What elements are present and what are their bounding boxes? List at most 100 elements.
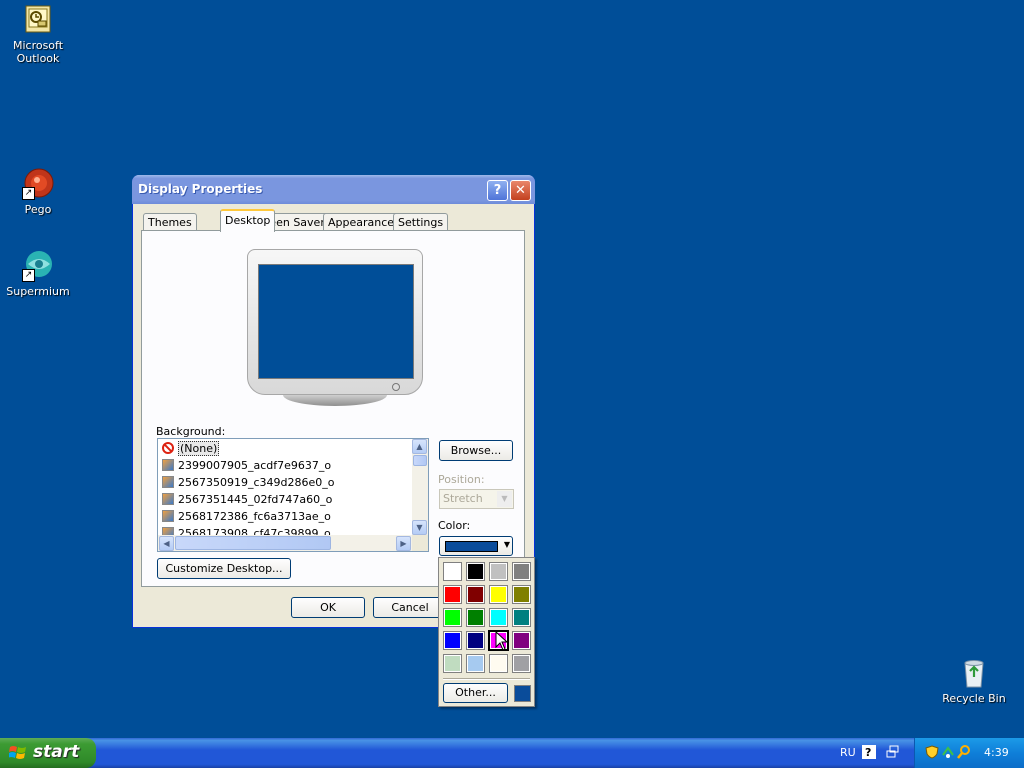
window-title: Display Properties: [138, 182, 263, 196]
desktop-icon-supermium[interactable]: ↗ Supermium: [0, 250, 76, 298]
list-item-label: 2399007905_acdf7e9637_o: [178, 459, 332, 472]
horizontal-scroll-thumb[interactable]: [175, 536, 331, 550]
current-color-swatch: [445, 541, 498, 552]
scroll-left-icon[interactable]: ◀: [159, 536, 174, 551]
shortcut-arrow-icon: ↗: [22, 187, 35, 200]
desktop-icon-label: Pego: [24, 203, 52, 216]
network-icon[interactable]: [941, 745, 955, 759]
supermium-icon: ↗: [22, 250, 54, 282]
scroll-right-icon[interactable]: ▶: [396, 536, 411, 551]
position-dropdown[interactable]: Stretch ▼: [439, 489, 514, 509]
image-file-icon: [162, 459, 174, 471]
vertical-scrollbar[interactable]: ▲ ▼: [412, 439, 428, 535]
clock: 4:39: [984, 746, 1009, 759]
color-swatch-cell[interactable]: [512, 585, 531, 604]
background-label: Background:: [156, 425, 226, 438]
color-swatch-cell[interactable]: [489, 608, 508, 627]
list-item[interactable]: 2567351445_02fd747a60_o: [162, 492, 332, 508]
scrollbar-corner: [412, 535, 428, 551]
browse-button[interactable]: Browse...: [439, 440, 513, 461]
chevron-down-icon: ▼: [497, 491, 512, 507]
desktop-icon-pego[interactable]: ↗ Pego: [0, 168, 76, 216]
tab-themes[interactable]: Themes: [143, 213, 197, 230]
help-tray-icon[interactable]: ?: [862, 745, 876, 759]
color-swatch-cell[interactable]: [466, 631, 485, 650]
position-value: Stretch: [443, 492, 483, 505]
list-item[interactable]: (None): [162, 441, 220, 457]
cancel-button[interactable]: Cancel: [373, 597, 447, 618]
list-item-label: 2567350919_c349d286e0_o: [178, 476, 335, 489]
scroll-up-icon[interactable]: ▲: [412, 439, 427, 454]
list-item-label: 2567351445_02fd747a60_o: [178, 493, 333, 506]
color-swatch-cell[interactable]: [443, 585, 462, 604]
color-palette-popup: Other...: [438, 557, 535, 707]
pego-icon: ↗: [22, 168, 54, 200]
no-image-icon: [162, 442, 174, 454]
security-shield-icon[interactable]: [925, 745, 939, 759]
list-item-label: 2568172386_fc6a3713ae_o: [178, 510, 331, 523]
color-swatch-cell[interactable]: [443, 608, 462, 627]
mouse-cursor-icon: [495, 631, 509, 651]
image-file-icon: [162, 510, 174, 522]
list-item[interactable]: 2568172386_fc6a3713ae_o: [162, 509, 331, 525]
color-swatch-cell[interactable]: [466, 654, 485, 673]
desktop-icon-label: Supermium: [6, 285, 70, 298]
vertical-scroll-thumb[interactable]: [413, 455, 427, 466]
color-swatch-cell[interactable]: [489, 585, 508, 604]
color-label: Color:: [438, 519, 471, 532]
color-swatch-cell[interactable]: [489, 654, 508, 673]
color-swatch-cell[interactable]: [466, 608, 485, 627]
search-icon[interactable]: [957, 745, 971, 759]
image-file-icon: [162, 493, 174, 505]
monitor-frame: [247, 249, 423, 395]
desktop-icon-outlook[interactable]: Microsoft Outlook: [0, 4, 76, 65]
list-item[interactable]: 2567350919_c349d286e0_o: [162, 475, 335, 491]
ok-button[interactable]: OK: [291, 597, 365, 618]
color-swatch-cell[interactable]: [512, 654, 531, 673]
list-item[interactable]: 2399007905_acdf7e9637_o: [162, 458, 331, 474]
customize-desktop-button[interactable]: Customize Desktop...: [157, 558, 291, 579]
list-item-label: (None): [178, 441, 220, 456]
desktop-icon-label: Outlook: [16, 52, 60, 65]
color-picker-button[interactable]: ▼: [439, 536, 513, 556]
title-bar[interactable]: Display Properties ? ✕: [132, 175, 535, 204]
divider: [443, 678, 530, 680]
other-color-button[interactable]: Other...: [443, 683, 508, 703]
windows-logo-icon: [9, 746, 26, 759]
horizontal-scrollbar[interactable]: ◀ ▶: [158, 535, 412, 551]
tab-settings[interactable]: Settings: [393, 213, 449, 230]
monitor-screen-preview: [258, 264, 414, 379]
current-color-cell: [514, 685, 531, 702]
color-swatch-cell[interactable]: [443, 631, 462, 650]
color-swatch-cell[interactable]: [443, 562, 462, 581]
power-led-icon: [392, 383, 400, 391]
scroll-down-icon[interactable]: ▼: [412, 520, 427, 535]
image-file-icon: [162, 476, 174, 488]
color-swatch-cell[interactable]: [466, 562, 485, 581]
restore-icon[interactable]: [886, 745, 900, 759]
taskbar: start RU ? 4:39: [0, 738, 1024, 768]
language-indicator[interactable]: RU: [840, 746, 856, 759]
tab-appearance[interactable]: Appearance: [323, 213, 400, 230]
position-label: Position:: [438, 473, 485, 486]
tab-desktop[interactable]: Desktop: [220, 209, 276, 232]
color-swatch-cell[interactable]: [512, 608, 531, 627]
outlook-icon: [22, 4, 54, 36]
color-swatch-cell[interactable]: [512, 631, 531, 650]
color-swatch-cell[interactable]: [443, 654, 462, 673]
help-button[interactable]: ?: [487, 180, 508, 201]
background-list[interactable]: (None) 2399007905_acdf7e9637_o 256735091…: [157, 438, 429, 552]
color-swatch-cell[interactable]: [489, 562, 508, 581]
close-button[interactable]: ✕: [510, 180, 531, 201]
recycle-bin-icon: [958, 657, 990, 689]
svg-text:?: ?: [865, 746, 871, 759]
color-swatch-cell[interactable]: [466, 585, 485, 604]
monitor-preview: [247, 249, 423, 406]
shortcut-arrow-icon: ↗: [22, 269, 35, 282]
start-button[interactable]: start: [0, 738, 96, 768]
desktop-icon-label: Microsoft: [12, 39, 64, 52]
start-label: start: [33, 742, 80, 762]
color-swatch-cell[interactable]: [512, 562, 531, 581]
chevron-down-icon: ▼: [503, 540, 510, 549]
desktop-icon-recycle-bin[interactable]: Recycle Bin: [936, 657, 1012, 705]
